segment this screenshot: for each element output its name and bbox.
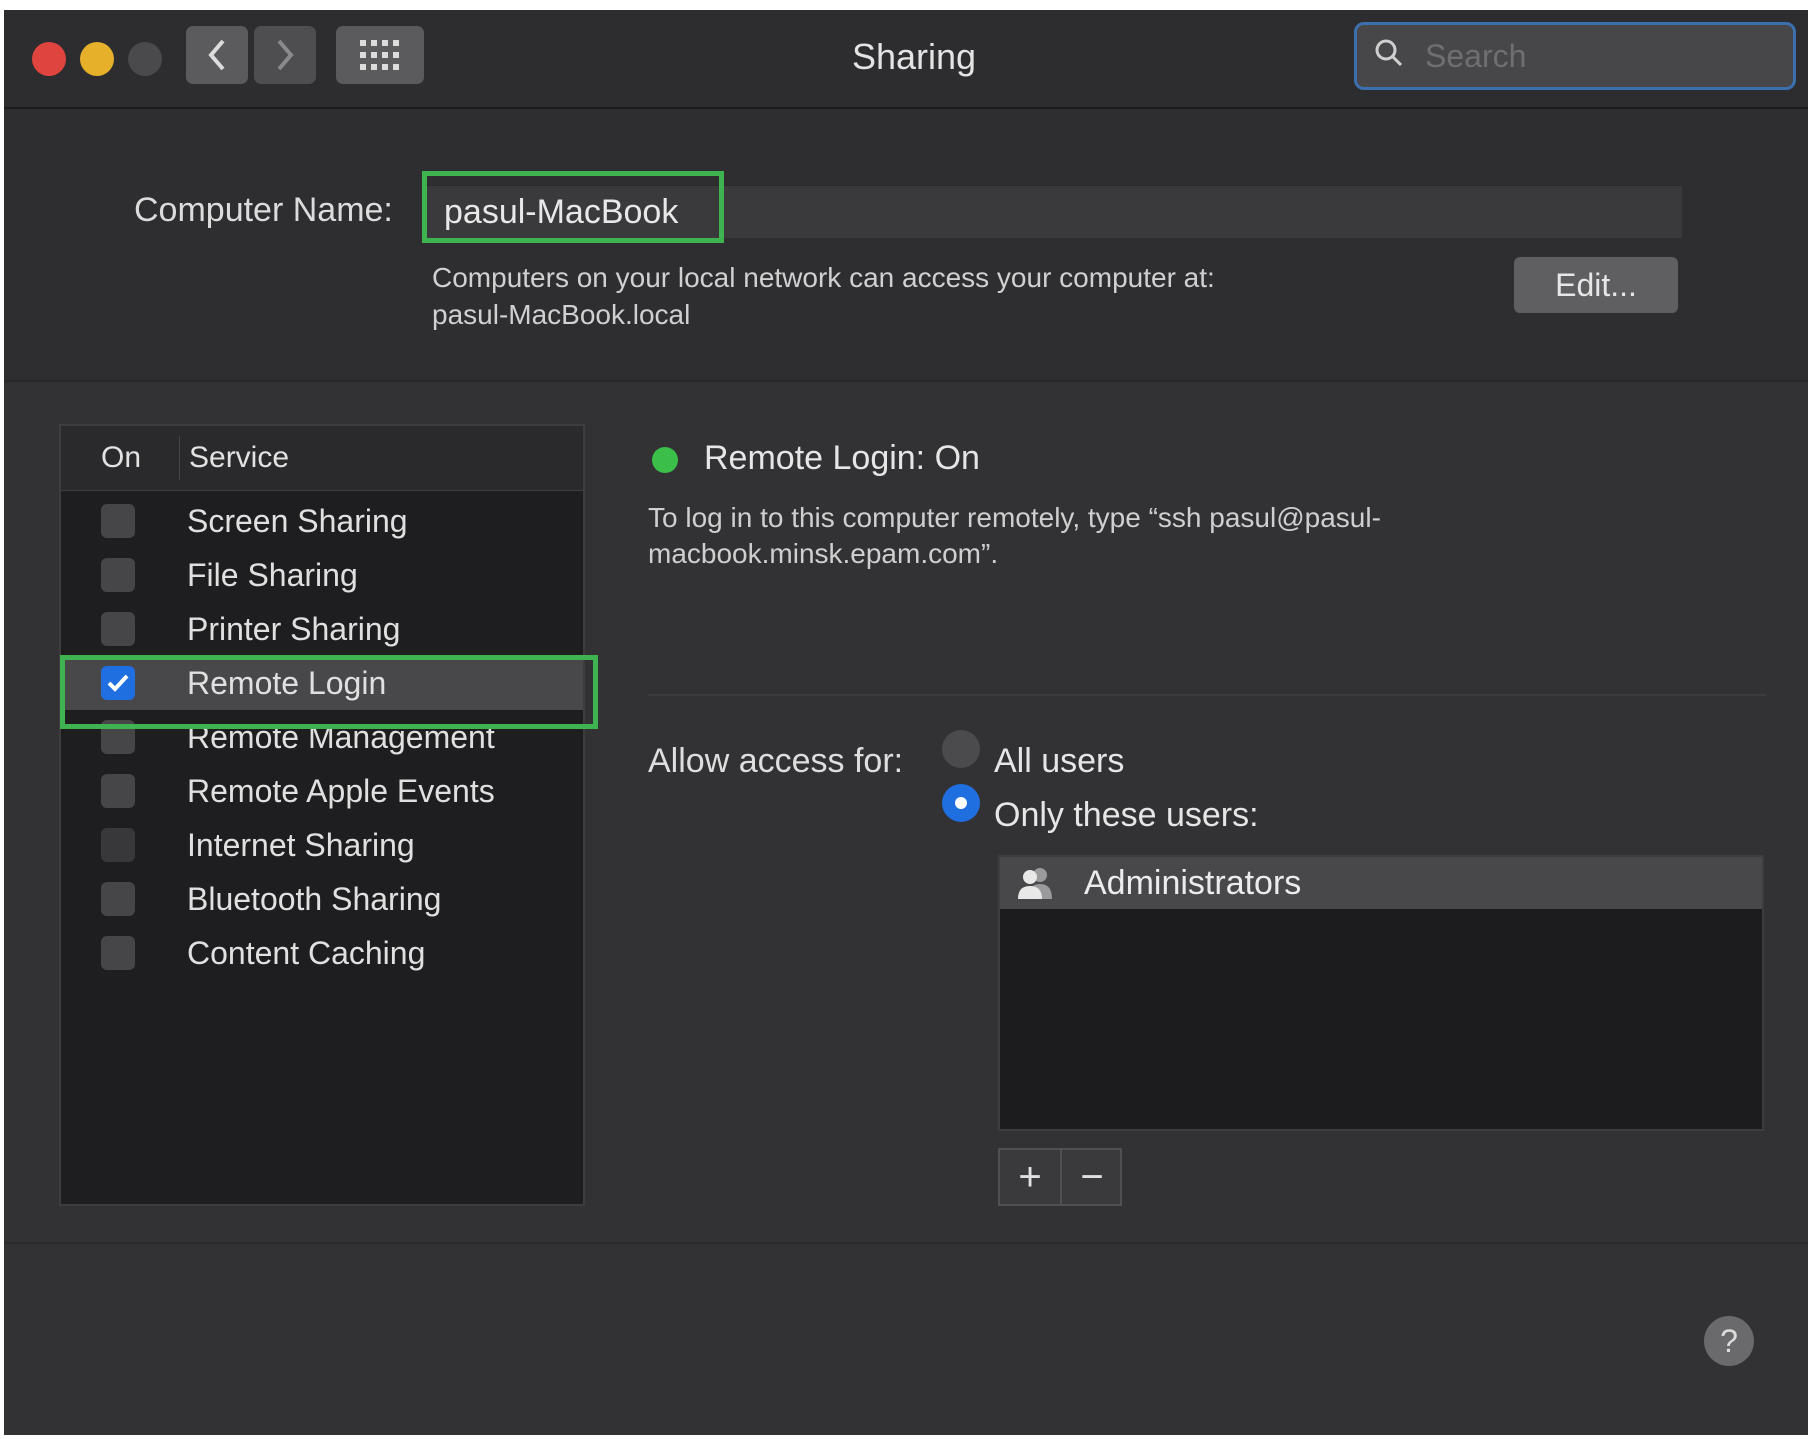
service-label: Content Caching (187, 935, 426, 971)
forward-button[interactable] (254, 26, 316, 84)
service-status: Remote Login: On (704, 439, 980, 477)
all-users-radio[interactable] (942, 730, 980, 768)
service-row-bluetooth-sharing[interactable]: Bluetooth Sharing (61, 872, 583, 926)
only-these-users-label[interactable]: Only these users: (994, 794, 1259, 836)
computer-name-label: Computer Name: (134, 191, 393, 229)
services-header: On Service (61, 426, 583, 491)
network-description: Computers on your local network can acce… (432, 262, 1215, 293)
service-row-printer-sharing[interactable]: Printer Sharing (61, 602, 583, 656)
service-label: Bluetooth Sharing (187, 881, 442, 917)
add-user-button[interactable]: + (1000, 1150, 1060, 1204)
zoom-window-button[interactable] (128, 42, 162, 76)
grid-icon (360, 40, 399, 70)
back-button[interactable] (186, 26, 248, 84)
service-label: Internet Sharing (187, 827, 415, 863)
service-row-internet-sharing[interactable]: Internet Sharing (61, 818, 583, 872)
service-label: Remote Apple Events (187, 773, 495, 809)
service-row-remote-apple-events[interactable]: Remote Apple Events (61, 764, 583, 818)
service-label: File Sharing (187, 557, 358, 593)
computer-name-highlight (422, 171, 724, 243)
user-row-administrators[interactable]: Administrators (1000, 857, 1762, 909)
section-divider (648, 694, 1766, 696)
service-checkbox[interactable] (101, 774, 135, 808)
services-list: On Service Screen Sharing File Sharing P… (59, 424, 585, 1206)
service-checkbox[interactable] (101, 936, 135, 970)
search-icon (1375, 39, 1403, 67)
status-indicator-icon (652, 447, 678, 473)
local-hostname: pasul-MacBook.local (432, 299, 691, 330)
search-field[interactable]: Search (1354, 22, 1796, 90)
users-list: Administrators (998, 855, 1764, 1131)
help-button[interactable]: ? (1704, 1316, 1754, 1366)
user-group-icon (1018, 868, 1052, 899)
only-these-users-radio[interactable] (942, 784, 980, 822)
ssh-hostname: macbook.minsk.epam.com”. (648, 538, 999, 569)
service-row-screen-sharing[interactable]: Screen Sharing (61, 494, 583, 548)
allow-access-label: Allow access for: (648, 742, 904, 780)
ssh-instructions: To log in to this computer remotely, typ… (648, 502, 1381, 533)
all-users-label[interactable]: All users (994, 740, 1124, 782)
service-checkbox[interactable] (101, 558, 135, 592)
service-row-file-sharing[interactable]: File Sharing (61, 548, 583, 602)
edit-button[interactable]: Edit... (1514, 257, 1678, 313)
minimize-window-button[interactable] (80, 42, 114, 76)
add-remove-control: + − (998, 1148, 1122, 1206)
service-row-content-caching[interactable]: Content Caching (61, 926, 583, 980)
column-divider (179, 436, 180, 480)
column-header-on[interactable]: On (101, 438, 141, 478)
sharing-window: Sharing Search Computer Name: pasul-MacB… (4, 10, 1808, 1435)
close-window-button[interactable] (32, 42, 66, 76)
service-checkbox[interactable] (101, 882, 135, 916)
bottom-divider (4, 1242, 1808, 1244)
service-checkbox[interactable] (101, 828, 135, 862)
search-placeholder: Search (1425, 38, 1527, 74)
chevron-left-icon (208, 39, 225, 71)
window-title: Sharing (851, 36, 977, 77)
show-all-button[interactable] (336, 26, 424, 84)
title-bar: Sharing Search (4, 10, 1808, 109)
service-description: To log in to this computer remotely, typ… (648, 500, 1548, 572)
chevron-right-icon (277, 39, 294, 71)
column-header-service[interactable]: Service (189, 438, 289, 478)
service-label: Printer Sharing (187, 611, 401, 647)
service-label: Screen Sharing (187, 503, 408, 539)
service-checkbox[interactable] (101, 504, 135, 538)
remove-user-button[interactable]: − (1062, 1150, 1122, 1204)
service-checkbox[interactable] (101, 612, 135, 646)
user-label: Administrators (1084, 864, 1302, 902)
computer-name-section: Computer Name: pasul-MacBook Computers o… (4, 109, 1808, 382)
remote-login-highlight (60, 655, 598, 729)
computer-name-description: Computers on your local network can acce… (432, 259, 1215, 333)
